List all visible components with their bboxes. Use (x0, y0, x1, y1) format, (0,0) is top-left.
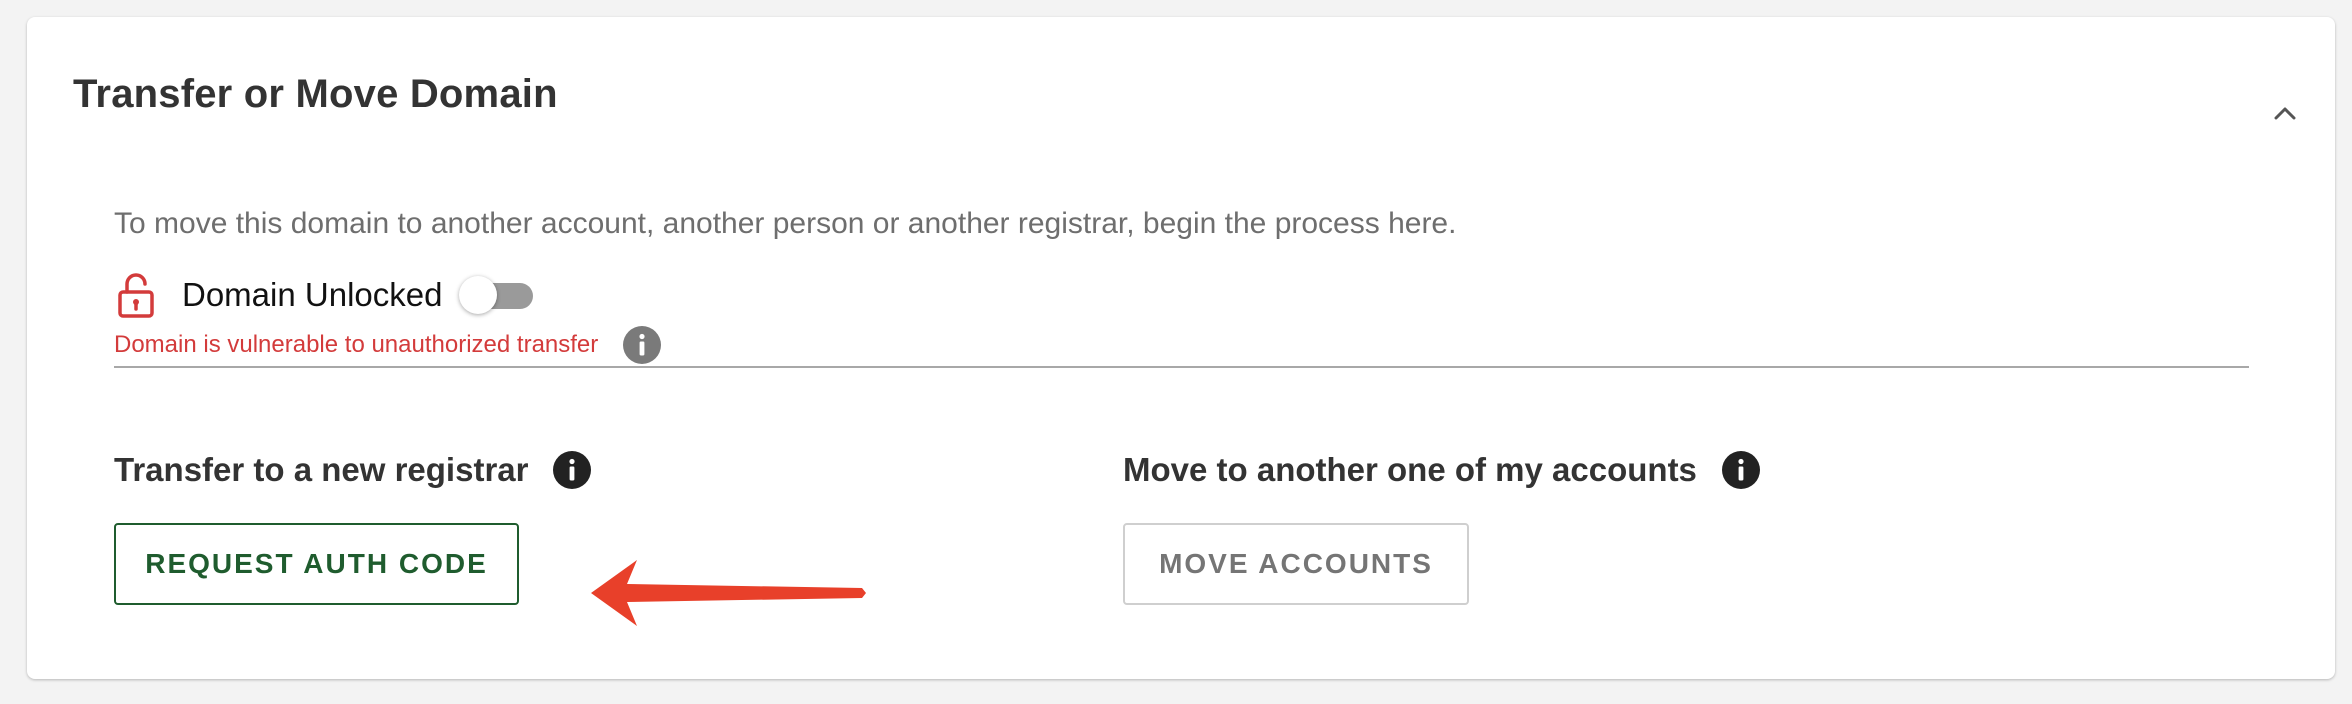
transfer-info-icon[interactable] (552, 450, 592, 490)
lock-status-row: Domain Unlocked (117, 271, 534, 319)
chevron-up-icon[interactable] (2270, 99, 2300, 129)
unlocked-padlock-icon (118, 273, 154, 318)
move-section-header: Move to another one of my accounts (1123, 450, 1761, 490)
panel-title: Transfer or Move Domain (73, 72, 558, 116)
section-divider (114, 366, 2249, 368)
domain-lock-label: Domain Unlocked (182, 276, 443, 313)
info-icon[interactable] (622, 325, 662, 365)
transfer-section-header: Transfer to a new registrar (114, 450, 592, 490)
lock-warning-row: Domain is vulnerable to unauthorized tra… (114, 325, 662, 365)
move-info-icon[interactable] (1721, 450, 1761, 490)
move-section-title: Move to another one of my accounts (1123, 451, 1697, 488)
domain-lock-toggle[interactable] (459, 275, 534, 315)
red-arrow-annotation (591, 560, 866, 626)
panel-description: To move this domain to another account, … (114, 207, 1457, 240)
move-accounts-button[interactable]: MOVE ACCOUNTS (1123, 523, 1469, 605)
lock-warning-text: Domain is vulnerable to unauthorized tra… (114, 331, 599, 358)
transfer-domain-panel: Transfer or Move Domain To move this dom… (27, 17, 2335, 679)
request-auth-code-button[interactable]: REQUEST AUTH CODE (114, 523, 519, 605)
transfer-section-title: Transfer to a new registrar (114, 451, 529, 488)
